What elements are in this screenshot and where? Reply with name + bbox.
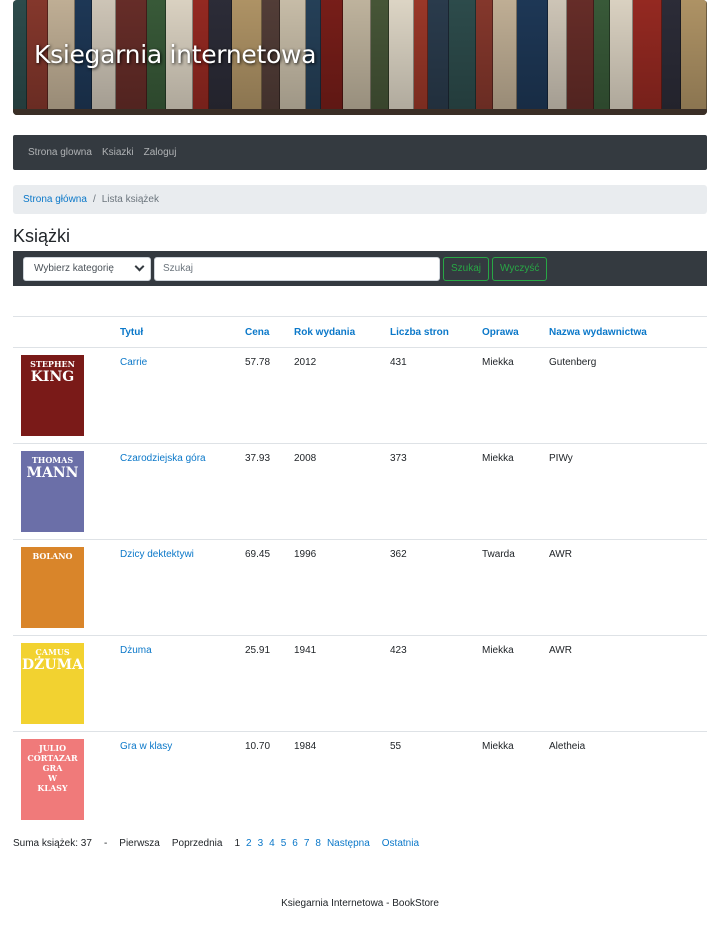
pagination-first: Pierwsza xyxy=(119,838,160,849)
table-row: JULIO CORTAZAR GRA W KLASY Gra w klasy 10.70… xyxy=(13,732,707,828)
cover-text: CAMUS xyxy=(35,647,70,657)
book-binding: Miekka xyxy=(482,347,549,444)
book-publisher: PIWy xyxy=(549,443,707,540)
book-cover-image: STEPHEN KING xyxy=(21,355,84,436)
header-pages[interactable]: Liczba stron xyxy=(390,316,482,348)
book-price: 69.45 xyxy=(245,539,294,636)
cover-text: MANN xyxy=(26,465,79,481)
book-pages: 423 xyxy=(390,635,482,732)
table-row: THOMAS MANN Czarodziejska góra 37.93 2008… xyxy=(13,443,707,540)
search-input[interactable]: Szukaj xyxy=(154,256,440,281)
search-placeholder: Szukaj xyxy=(163,263,194,274)
nav-item-login[interactable]: Zaloguj xyxy=(144,147,177,158)
total-count: Suma książek: 37 xyxy=(13,838,92,849)
main-navbar: Strona glowna Ksiazki Zaloguj xyxy=(13,135,707,170)
header-year[interactable]: Rok wydania xyxy=(294,316,390,348)
book-title-link[interactable]: Dżuma xyxy=(120,645,152,656)
book-price: 37.93 xyxy=(245,443,294,540)
book-price: 10.70 xyxy=(245,741,271,752)
cover-text: KING xyxy=(30,369,75,385)
book-cover-image: BOLANO xyxy=(21,547,84,628)
category-select-value: Wybierz kategorię xyxy=(34,263,114,274)
cover-text: DŻUMA xyxy=(22,657,83,673)
book-binding: Miekka xyxy=(482,741,514,752)
book-year: 2012 xyxy=(294,347,390,444)
book-year: 1996 xyxy=(294,539,390,636)
book-year: 1941 xyxy=(294,635,390,732)
cover-text: STEPHEN xyxy=(30,359,75,369)
cover-text: BOLANO xyxy=(32,551,73,561)
book-title-link[interactable]: Gra w klasy xyxy=(120,741,172,752)
header-title[interactable]: Tytuł xyxy=(120,316,245,348)
clear-button[interactable]: Wyczyść xyxy=(492,256,548,281)
pagination-prev: Poprzednia xyxy=(171,838,223,849)
pagination-page-7[interactable]: 7 xyxy=(304,838,310,849)
book-price: 57.78 xyxy=(245,347,294,444)
book-title-link[interactable]: Carrie xyxy=(120,357,147,368)
book-publisher: AWR xyxy=(549,635,707,732)
table-header-row: Tytuł Cena Rok wydania Liczba stron Opra… xyxy=(13,316,707,348)
pagination-page-2[interactable]: 2 xyxy=(246,838,252,849)
header-cover xyxy=(13,316,120,348)
table-row: CAMUS DŻUMA Dżuma 25.91 1941 423 Miekka A… xyxy=(13,635,707,732)
pagination-current-page: 1 xyxy=(234,838,241,849)
footer: Ksiegarnia Internetowa - BookStore xyxy=(281,898,439,909)
cover-text: W xyxy=(48,773,57,783)
breadcrumb: Strona główna / Lista książek xyxy=(13,185,707,214)
filter-bar: Wybierz kategorię Szukaj Szukaj Wyczyść xyxy=(13,251,707,286)
book-pages: 55 xyxy=(390,741,402,752)
header-price[interactable]: Cena xyxy=(245,316,294,348)
pagination-page-4[interactable]: 4 xyxy=(269,838,275,849)
book-year: 1984 xyxy=(294,741,317,752)
book-cover-image: JULIO CORTAZAR GRA W KLASY xyxy=(21,739,84,820)
cover-text: THOMAS xyxy=(31,455,74,465)
book-title-link[interactable]: Dzicy dektektywi xyxy=(120,549,194,560)
header-binding[interactable]: Oprawa xyxy=(482,316,549,348)
nav-item-books[interactable]: Ksiazki xyxy=(102,147,134,158)
pagination-next[interactable]: Następna xyxy=(327,838,370,849)
book-title-link[interactable]: Czarodziejska góra xyxy=(120,453,206,464)
nav-item-home[interactable]: Strona glowna xyxy=(28,147,92,158)
search-button[interactable]: Szukaj xyxy=(443,256,490,281)
book-binding: Miekka xyxy=(482,635,549,732)
book-pages: 373 xyxy=(390,443,482,540)
cover-text: JULIO xyxy=(38,743,67,753)
header-banner: Ksiegarnia internetowa xyxy=(13,0,707,115)
book-year: 2008 xyxy=(294,443,390,540)
book-binding: Miekka xyxy=(482,443,549,540)
book-publisher: AWR xyxy=(549,539,707,636)
pagination: Suma książek: 37 - Pierwsza Poprzednia 1… xyxy=(13,838,425,849)
site-title: Ksiegarnia internetowa xyxy=(34,40,317,69)
pagination-page-8[interactable]: 8 xyxy=(315,838,321,849)
page-title: Książki xyxy=(13,226,71,246)
pagination-page-3[interactable]: 3 xyxy=(258,838,264,849)
header-publisher[interactable]: Nazwa wydawnictwa xyxy=(549,316,707,348)
book-cover-image: THOMAS MANN xyxy=(21,451,84,532)
books-table: Tytuł Cena Rok wydania Liczba stron Opra… xyxy=(13,316,707,828)
pagination-page-6[interactable]: 6 xyxy=(292,838,298,849)
book-publisher: Gutenberg xyxy=(549,347,707,444)
book-publisher: Aletheia xyxy=(549,741,586,752)
book-cover-image: CAMUS DŻUMA xyxy=(21,643,84,724)
cover-text: GRA xyxy=(42,763,63,773)
breadcrumb-home-link[interactable]: Strona główna xyxy=(23,194,87,205)
book-binding: Twarda xyxy=(482,539,549,636)
breadcrumb-separator: / xyxy=(92,194,96,205)
book-price: 25.91 xyxy=(245,635,294,732)
table-row: BOLANO Dzicy dektektywi 69.45 1996 362 T… xyxy=(13,539,707,636)
pagination-dash: - xyxy=(103,838,108,849)
table-row: STEPHEN KING Carrie 57.78 2012 431 Miekka… xyxy=(13,347,707,444)
breadcrumb-current: Lista książek xyxy=(101,194,159,205)
chevron-down-icon xyxy=(134,261,145,272)
category-select[interactable]: Wybierz kategorię xyxy=(23,256,151,281)
book-pages: 362 xyxy=(390,539,482,636)
book-pages: 431 xyxy=(390,347,482,444)
cover-text: CORTAZAR xyxy=(27,753,78,763)
pagination-page-5[interactable]: 5 xyxy=(281,838,287,849)
pagination-last[interactable]: Ostatnia xyxy=(382,838,419,849)
cover-text: KLASY xyxy=(37,783,68,793)
